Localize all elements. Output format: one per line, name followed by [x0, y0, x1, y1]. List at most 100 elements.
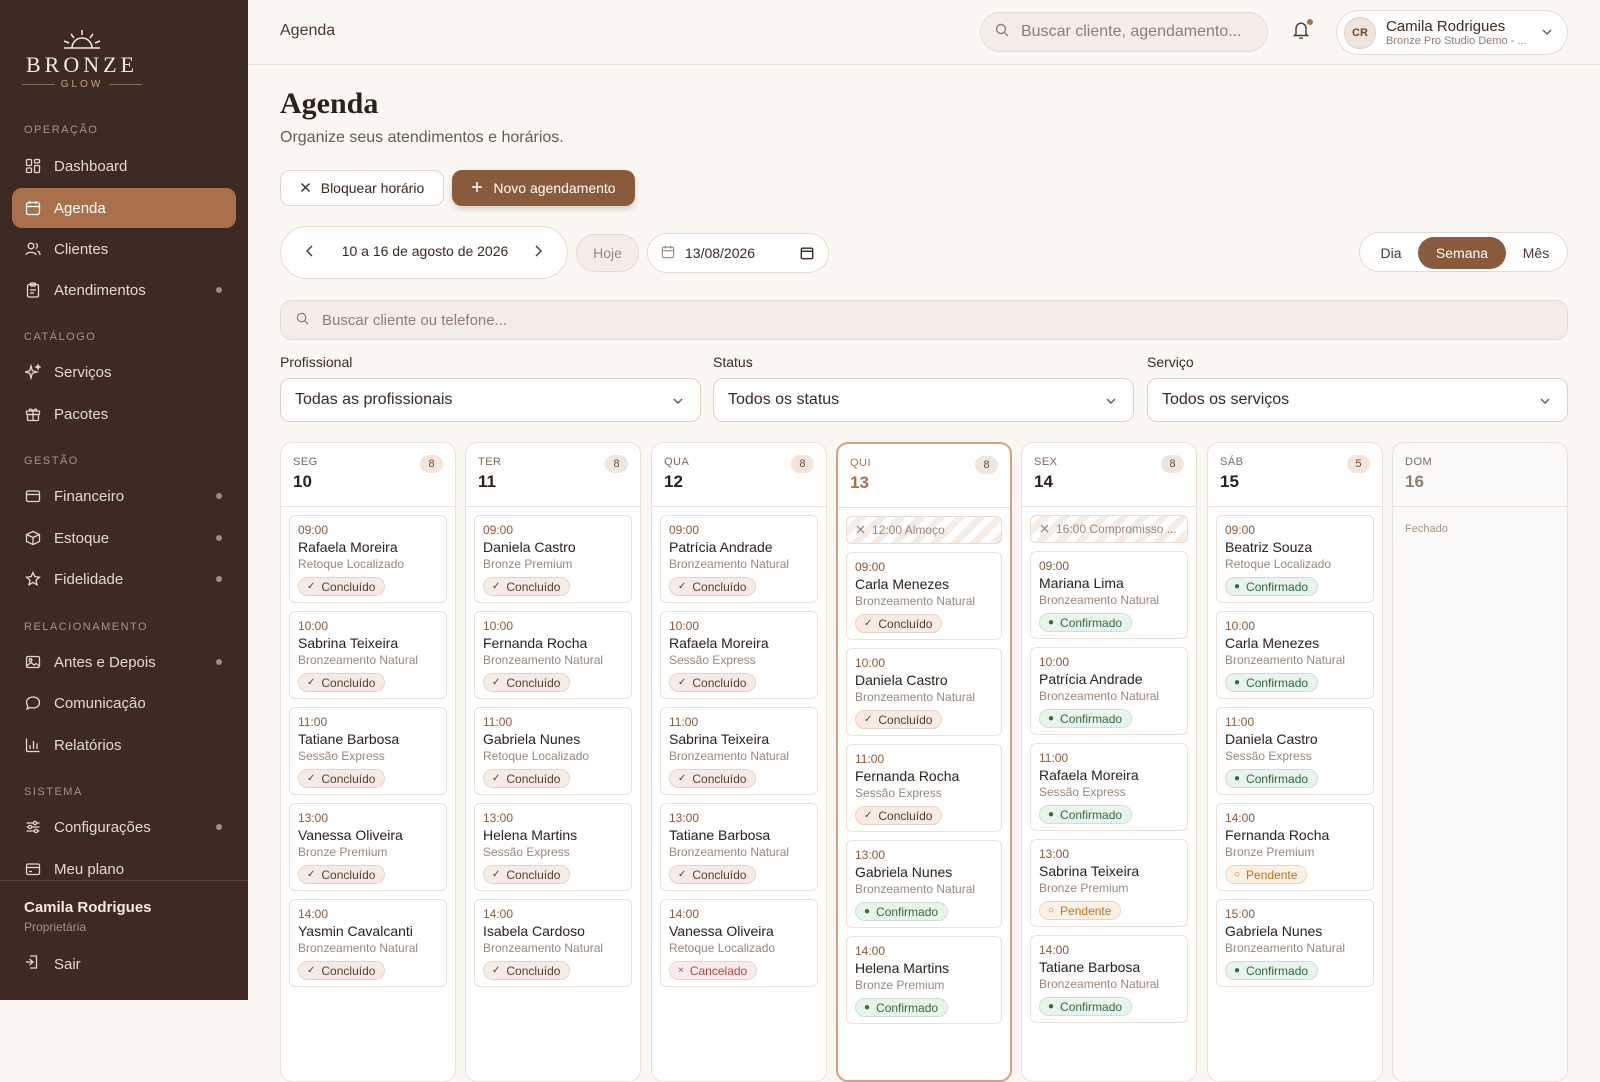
appointment-card[interactable]: 15:00 Gabriela Nunes Bronzeamento Natural ●…	[1216, 899, 1374, 987]
sidebar-item-label: Configurações	[54, 818, 151, 836]
appointment-card[interactable]: 10:00 Fernanda Rocha Bronzeamento Natural ✓…	[474, 611, 632, 699]
today-button[interactable]: Hoje	[576, 234, 639, 272]
sidebar-item-estoque[interactable]: Estoque	[12, 518, 236, 558]
sidebar-item-comunicacao[interactable]: Comunicação	[12, 683, 236, 723]
appointment-card[interactable]: 10:00 Sabrina Teixeira Bronzeamento Natura…	[289, 611, 447, 699]
appointment-card[interactable]: 09:00 Daniela Castro Bronze Premium ✓ Conclu…	[474, 515, 632, 603]
appointment-card[interactable]: 10:00 Daniela Castro Bronzeamento Natural ✓…	[846, 648, 1002, 736]
appointment-card[interactable]: 13:00 Helena Martins Sessão Express ✓ Conclu…	[474, 803, 632, 891]
sidebar-item-servicos[interactable]: Serviços	[12, 352, 236, 392]
agenda-search-input[interactable]: Buscar cliente ou telefone...	[280, 300, 1568, 340]
appointment-card[interactable]: 11:00 Daniela Castro Sessão Express ● Confir…	[1216, 707, 1374, 795]
sidebar-item-relatorios[interactable]: Relatórios	[12, 725, 236, 765]
status-label: Concluído	[692, 771, 747, 786]
status-badge: ✓ Concluído	[483, 865, 571, 884]
global-search-placeholder: Buscar cliente, agendamento...	[1021, 23, 1242, 40]
appointment-card[interactable]: 09:00 Mariana Lima Bronzeamento Natural ● Co…	[1030, 551, 1188, 639]
appointment-card[interactable]: 13:00 Sabrina Teixeira Bronze Premium ○ Pend…	[1030, 839, 1188, 927]
appointment-card[interactable]: 11:00 Fernanda Rocha Sessão Express ✓ Conclu…	[846, 744, 1002, 832]
sidebar-item-fidelidade[interactable]: Fidelidade	[12, 559, 236, 599]
appointment-list: 09:00 Beatriz Souza Retoque Localizado ● Con…	[1208, 507, 1382, 987]
status-badge: ● Confirmado	[1039, 805, 1133, 824]
calendar-picker-icon[interactable]	[800, 246, 814, 260]
day-header[interactable]: QUI 13 8	[838, 444, 1010, 508]
appointment-card[interactable]: 11:00 Gabriela Nunes Retoque Localizado ✓ Co…	[474, 707, 632, 795]
view-month-button[interactable]: Mês	[1508, 237, 1564, 269]
blocked-slot[interactable]: 16:00 Compromisso ...	[1030, 515, 1188, 543]
appointment-list: 16:00 Compromisso ... 09:00 Mariana Lima Br…	[1022, 507, 1196, 1023]
appointment-card[interactable]: 14:00 Helena Martins Bronze Premium ● Confir…	[846, 936, 1002, 1024]
view-day-button[interactable]: Dia	[1364, 237, 1418, 269]
view-week-button[interactable]: Semana	[1418, 237, 1506, 269]
day-header[interactable]: TER 11 8	[466, 443, 640, 507]
sidebar-item-agenda[interactable]: Agenda	[12, 188, 236, 228]
appointment-card[interactable]: 14:00 Tatiane Barbosa Bronzeamento Natural…	[1030, 935, 1188, 1023]
appointment-time: 13:00	[669, 811, 700, 825]
date-input[interactable]: 13/08/2026	[647, 233, 829, 273]
status-icon: ✓	[492, 965, 501, 976]
users-icon	[25, 241, 41, 257]
sidebar-item-antes-depois[interactable]: Antes e Depois	[12, 642, 236, 682]
notifications-button[interactable]	[1292, 19, 1313, 45]
appointment-client: Isabela Cardoso	[483, 923, 585, 939]
day-header[interactable]: SÁB 15 5	[1208, 443, 1382, 507]
blocked-slot-label: 12:00 Almoço	[872, 523, 945, 537]
appointment-card[interactable]: 13:00 Tatiane Barbosa Bronzeamento Natural…	[660, 803, 818, 891]
appointment-card[interactable]: 14:00 Isabela Cardoso Bronzeamento Natural…	[474, 899, 632, 987]
appointment-count-badge: 8	[1161, 455, 1184, 473]
status-badge: ✓ Concluído	[298, 865, 386, 884]
closed-label: Fechado	[1405, 523, 1448, 535]
status-select[interactable]: Todos os status	[713, 378, 1134, 422]
blocked-slot[interactable]: 12:00 Almoço	[846, 516, 1002, 544]
sidebar-item-label: Atendimentos	[54, 281, 146, 299]
appointment-client: Carla Menezes	[855, 576, 950, 592]
appointment-card[interactable]: 09:00 Beatriz Souza Retoque Localizado ● Con…	[1216, 515, 1374, 603]
gift-icon	[25, 406, 41, 422]
page-title: Agenda	[280, 87, 379, 120]
appointment-card[interactable]: 10:00 Rafaela Moreira Sessão Express ✓ Concl…	[660, 611, 818, 699]
sidebar-item-configuracoes[interactable]: Configurações	[12, 807, 236, 847]
day-header[interactable]: SEX 14 8	[1022, 443, 1196, 507]
appointment-card[interactable]: 11:00 Sabrina Teixeira Bronzeamento Natura…	[660, 707, 818, 795]
sidebar-item-clientes[interactable]: Clientes	[12, 229, 236, 269]
day-header[interactable]: DOM 16	[1393, 443, 1567, 507]
sidebar-item-atendimentos[interactable]: Atendimentos	[12, 270, 236, 310]
logout-button[interactable]: Sair	[24, 954, 81, 974]
sidebar-item-financeiro[interactable]: Financeiro	[12, 476, 236, 516]
appointment-card[interactable]: 09:00 Carla Menezes Bronzeamento Natural ✓ C…	[846, 552, 1002, 640]
appointment-card[interactable]: 14:00 Vanessa Oliveira Retoque Localizado ×…	[660, 899, 818, 987]
appointment-time: 09:00	[1225, 523, 1256, 537]
appointment-card[interactable]: 11:00 Rafaela Moreira Sessão Express ● Confi…	[1030, 743, 1188, 831]
appointment-card[interactable]: 14:00 Yasmin Cavalcanti Bronzeamento Natur…	[289, 899, 447, 987]
appointment-card[interactable]: 09:00 Rafaela Moreira Retoque Localizado ✓ C…	[289, 515, 447, 603]
appointment-card[interactable]: 13:00 Gabriela Nunes Bronzeamento Natural ●…	[846, 840, 1002, 928]
sidebar-item-label: Financeiro	[54, 487, 125, 505]
status-badge: ✓ Concluído	[855, 806, 943, 825]
day-header[interactable]: QUA 12 8	[652, 443, 826, 507]
professional-select[interactable]: Todas as profissionais	[280, 378, 701, 422]
appointment-card[interactable]: 13:00 Vanessa Oliveira Bronze Premium ✓ Conc…	[289, 803, 447, 891]
status-icon: ✓	[864, 714, 873, 725]
brand-logo[interactable]: BRONZE GLOW	[22, 28, 142, 90]
new-appointment-button[interactable]: Novo agendamento	[452, 170, 635, 206]
sidebar-item-pacotes[interactable]: Pacotes	[12, 394, 236, 434]
status-icon: ✓	[307, 773, 316, 784]
appointment-card[interactable]: 11:00 Tatiane Barbosa Sessão Express ✓ Concl…	[289, 707, 447, 795]
appointment-card[interactable]: 10:00 Carla Menezes Bronzeamento Natural ● C…	[1216, 611, 1374, 699]
appointment-service: Bronzeamento Natural	[483, 653, 604, 667]
service-select[interactable]: Todos os serviços	[1147, 378, 1568, 422]
wallet-icon	[25, 488, 41, 504]
block-time-button[interactable]: Bloquear horário	[280, 170, 444, 206]
global-search-input[interactable]: Buscar cliente, agendamento...	[980, 12, 1268, 52]
appointment-card[interactable]: 09:00 Patrícia Andrade Bronzeamento Natura…	[660, 515, 818, 603]
appointment-service: Retoque Localizado	[1225, 557, 1332, 571]
appointment-card[interactable]: 10:00 Patrícia Andrade Bronzeamento Natura…	[1030, 647, 1188, 735]
sidebar-item-dashboard[interactable]: Dashboard	[12, 146, 236, 186]
day-header[interactable]: SEG 10 8	[281, 443, 455, 507]
appointment-card[interactable]: 14:00 Fernanda Rocha Bronze Premium ○ Penden…	[1216, 803, 1374, 891]
appointment-count-badge: 8	[975, 456, 998, 474]
close-icon	[1040, 522, 1049, 536]
chevron-right-icon[interactable]	[531, 244, 545, 258]
user-menu[interactable]: CR Camila Rodrigues Bronze Pro Studio De…	[1336, 10, 1568, 55]
professional-select-value: Todas as profissionais	[295, 391, 453, 408]
